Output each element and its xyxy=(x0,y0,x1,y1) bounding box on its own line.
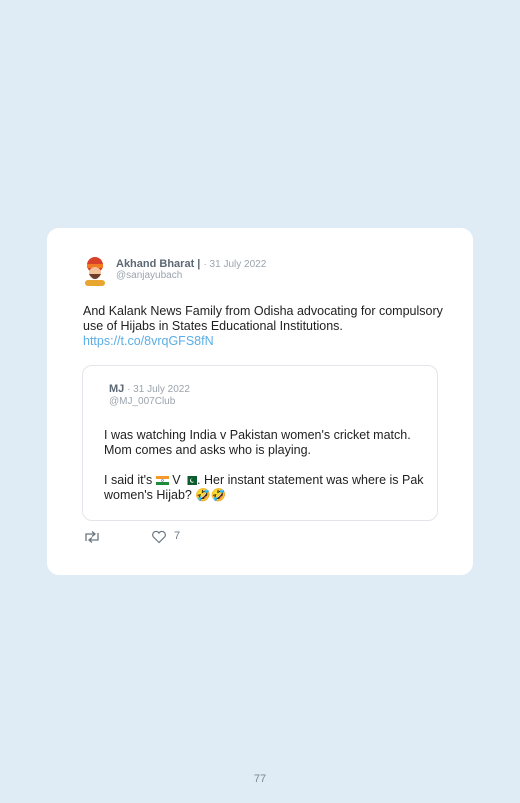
quoted-handle[interactable]: @MJ_007Club xyxy=(109,396,175,407)
retweet-icon[interactable] xyxy=(83,530,101,544)
quoted-p2-start: I said it's xyxy=(104,473,153,487)
quoted-author-name[interactable]: MJ xyxy=(109,383,124,395)
laughing-emoji: 🤣🤣 xyxy=(195,488,227,502)
india-flag-icon xyxy=(155,476,169,485)
tweet-link[interactable]: https://t.co/8vrqGFS8fN xyxy=(83,334,214,348)
pakistan-flag-icon xyxy=(184,476,198,485)
quoted-paragraph-1: I was watching India v Pakistan women's … xyxy=(104,428,411,457)
quoted-author-line: MJ · 31 July 2022 xyxy=(109,383,190,395)
page-number: 77 xyxy=(253,773,267,785)
like-count: 7 xyxy=(174,530,181,542)
author-name[interactable]: Akhand Bharat | xyxy=(116,258,200,270)
avatar[interactable] xyxy=(81,256,109,286)
quoted-tweet[interactable]: MJ · 31 July 2022 @MJ_007Club I was watc… xyxy=(82,365,438,521)
quoted-date[interactable]: · 31 July 2022 xyxy=(127,384,190,395)
heart-icon[interactable] xyxy=(151,530,167,544)
quoted-p2-mid: V xyxy=(172,473,181,487)
tweet-body: And Kalank News Family from Odisha advoc… xyxy=(83,304,443,333)
tweet-text: And Kalank News Family from Odisha advoc… xyxy=(83,304,443,349)
author-handle[interactable]: @sanjayubach xyxy=(116,270,182,281)
quoted-text: I was watching India v Pakistan women's … xyxy=(104,428,424,518)
quoted-p2-end: . Her instant statement was where is Pak… xyxy=(104,473,424,502)
quoted-paragraph-2: I said it's V . Her instant statement wa… xyxy=(104,473,424,503)
tweet-card: Akhand Bharat | · 31 July 2022 @sanjayub… xyxy=(47,228,473,575)
tweet-author-line: Akhand Bharat | · 31 July 2022 xyxy=(116,258,266,270)
tweet-date[interactable]: · 31 July 2022 xyxy=(203,259,266,270)
